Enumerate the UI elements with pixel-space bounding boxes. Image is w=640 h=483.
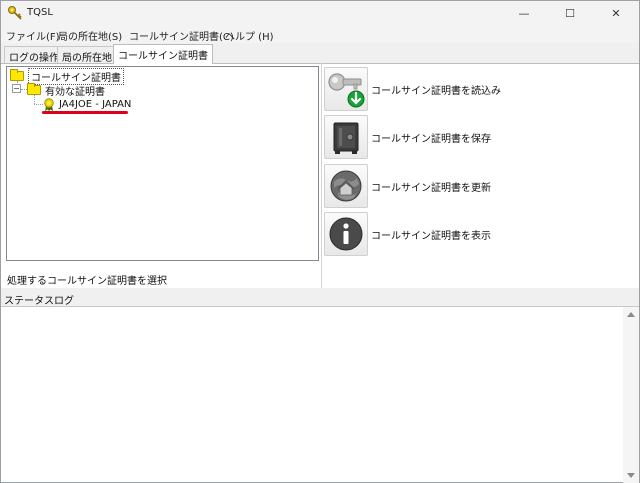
tree-collapse-toggle[interactable]: − [12,84,21,93]
renew-certificate-button[interactable] [324,164,368,208]
window-title: TQSL [27,7,53,18]
scroll-up-arrow-icon[interactable] [627,312,635,317]
menu-station-location[interactable]: 局の所在地(S) [58,28,122,43]
certificate-label: JA4JOE - JAPAN [59,98,132,110]
key-download-icon [328,73,365,108]
folder-icon [27,83,41,95]
tab-station-location[interactable]: 局の所在地 [57,46,117,64]
minimize-button[interactable]: — [501,1,547,25]
panel-divider [321,63,322,288]
tab-log-operations[interactable]: ログの操作 [4,46,64,64]
folder-icon [10,69,24,81]
status-log-header: ステータスログ [1,288,639,307]
menu-callsign-certificate[interactable]: コールサイン証明書(C) [129,28,234,43]
tree-line [34,104,43,105]
close-button[interactable]: ✕ [593,1,639,25]
tree-line [34,95,35,104]
tree-certificate-node[interactable]: JA4JOE - JAPAN [43,97,131,111]
save-certificate-button[interactable] [324,115,368,159]
menu-file[interactable]: ファイル(F) [6,28,60,43]
status-log-scrollbar[interactable] [623,307,639,483]
maximize-button[interactable]: ☐ [547,1,593,25]
tab-callsign-certificate[interactable]: コールサイン証明書 [113,44,213,64]
save-certificate-action: コールサイン証明書を保存 [324,115,639,161]
load-certificate-label: コールサイン証明書を読込み [371,86,501,97]
tree-root-node[interactable]: コールサイン証明書 [10,67,124,85]
scroll-down-arrow-icon[interactable] [627,473,635,478]
load-certificate-button[interactable] [324,67,368,111]
info-icon [329,217,363,251]
tree-group-node[interactable]: 有効な証明書 [27,83,105,98]
renew-certificate-action: コールサイン証明書を更新 [324,164,639,210]
load-certificate-action: コールサイン証明書を読込み [324,67,639,113]
tab-row: ログの操作 局の所在地 コールサイン証明書 [1,44,639,64]
title-bar: TQSL — ☐ ✕ [1,1,639,25]
renew-certificate-label: コールサイン証明書を更新 [371,183,491,194]
display-certificate-button[interactable] [324,212,368,256]
safe-icon [333,122,359,154]
certificate-tree[interactable]: コールサイン証明書 − 有効な証明書 JA4JOE - JAPAN [6,66,319,261]
red-underline-annotation [42,111,128,114]
status-log-area[interactable] [1,306,639,483]
tqsl-window: TQSL — ☐ ✕ ファイル(F) 局の所在地(S) コールサイン証明書(C)… [0,0,640,483]
display-certificate-label: コールサイン証明書を表示 [371,231,491,242]
globe-renew-icon [330,170,362,202]
status-log-label: ステータスログ [4,296,74,307]
select-prompt: 処理するコールサイン証明書を選択 [7,276,167,287]
display-certificate-action: コールサイン証明書を表示 [324,212,639,258]
tree-group-label: 有効な証明書 [45,86,105,98]
menu-help[interactable]: ヘルプ (H) [225,28,274,43]
key-app-icon [8,6,22,20]
certificate-medal-icon [44,97,54,111]
menu-bar: ファイル(F) 局の所在地(S) コールサイン証明書(C) ヘルプ (H) [1,25,639,43]
save-certificate-label: コールサイン証明書を保存 [371,134,491,145]
